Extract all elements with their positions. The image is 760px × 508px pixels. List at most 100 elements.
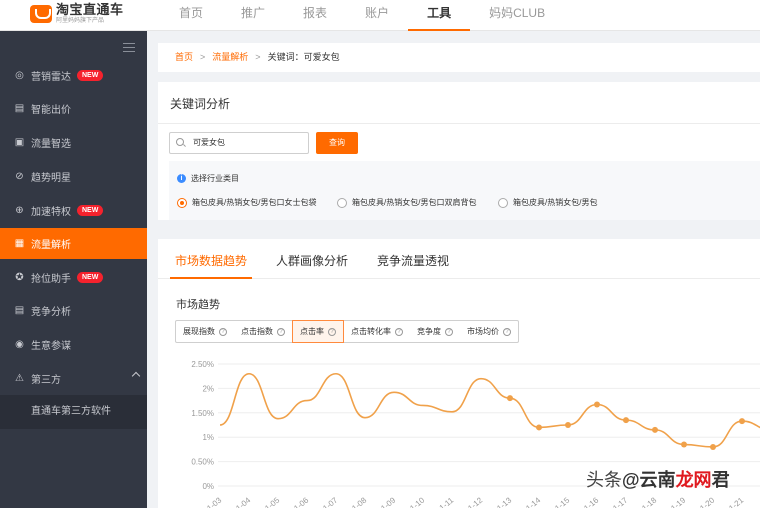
sidebar-item-trend-star[interactable]: ⊘ 趋势明星 (0, 161, 147, 192)
x-tick-label: 1-16 (582, 495, 600, 508)
breadcrumb-home[interactable]: 首页 (175, 52, 193, 62)
x-tick-label: 1-12 (466, 495, 484, 508)
help-icon[interactable]: ? (219, 327, 227, 336)
logo[interactable]: 淘宝直通车 阿里妈妈旗下产品 (30, 3, 124, 24)
sidebar-subitem-third-party-software[interactable]: 直通车第三方软件 (0, 395, 147, 429)
chevron-up-icon (131, 371, 141, 381)
category-radio-label: 箱包皮具/热销女包/男包口双肩背包 (352, 198, 477, 207)
data-point (652, 426, 658, 433)
data-point (710, 443, 716, 450)
metric-impression-index[interactable]: 展现指数? (176, 321, 234, 342)
info-icon: i (177, 174, 186, 183)
sidebar-item-label: 第三方 (31, 375, 61, 386)
sidebar-item-third-party[interactable]: ⚠ 第三方 (0, 363, 147, 394)
keyword-search-input[interactable]: 可爱女包 (169, 132, 309, 154)
help-icon[interactable]: ? (277, 327, 285, 336)
analysis-icon: ▦ (14, 238, 25, 249)
sidebar-item-label: 生意参谋 (31, 341, 71, 352)
y-tick-label: 0% (202, 482, 214, 491)
nav-club[interactable]: 妈妈CLUB (470, 0, 564, 31)
search-icon (176, 138, 184, 146)
sidebar-item-label: 流量智选 (31, 139, 71, 150)
watermark-prefix: 头条 (586, 470, 622, 490)
nav-promote[interactable]: 推广 (222, 0, 284, 31)
keyword-analysis-panel: 关键词分析 可爱女包 查询 i 选择行业类目 箱包皮具/热销女包/男包口女士包袋… (158, 82, 760, 220)
help-icon[interactable]: ? (328, 327, 336, 336)
sidebar-item-label: 趋势明星 (31, 173, 71, 184)
x-tick-label: 1-08 (350, 495, 368, 508)
position-icon: ✪ (15, 272, 24, 283)
radar-icon: ◎ (15, 70, 24, 81)
nav-reports[interactable]: 报表 (284, 0, 346, 31)
watermark-mid2: 龙网 (675, 470, 712, 490)
nav-home[interactable]: 首页 (160, 0, 222, 31)
data-point (594, 401, 600, 408)
help-icon[interactable]: ? (445, 327, 453, 336)
y-tick-label: 1% (202, 433, 214, 442)
help-icon[interactable]: ? (395, 327, 403, 336)
logo-title: 淘宝直通车 (56, 2, 124, 17)
sidebar-item-radar[interactable]: ◎ 营销雷达 NEW (0, 60, 147, 91)
metric-ctr[interactable]: 点击率? (292, 320, 344, 343)
breadcrumb-parent[interactable]: 流量解析 (212, 52, 248, 62)
y-tick-label: 2.50% (191, 360, 214, 369)
x-tick-label: 1-14 (524, 495, 542, 508)
metric-competition[interactable]: 竞争度? (410, 321, 460, 342)
category-label-text: 选择行业类目 (191, 174, 239, 183)
x-tick-label: 1-20 (698, 495, 716, 508)
sidebar-item-traffic-analysis[interactable]: ▦ 流量解析 (0, 228, 147, 259)
radio-icon (498, 197, 508, 208)
help-icon[interactable]: ? (503, 327, 511, 336)
nav-account[interactable]: 账户 (346, 0, 408, 31)
metric-label: 竞争度 (417, 327, 441, 336)
metric-conversion-rate[interactable]: 点击转化率? (344, 321, 410, 342)
category-radio-2[interactable]: 箱包皮具/热销女包/男包口双肩背包 (337, 197, 476, 208)
query-button[interactable]: 查询 (316, 132, 358, 154)
sidebar-item-smart-bid[interactable]: ▤ 智能出价 (0, 93, 147, 124)
tab-competition-traffic[interactable]: 竞争流量透视 (377, 252, 449, 269)
business-icon: ◉ (15, 339, 24, 350)
breadcrumb-separator-icon: > (255, 52, 261, 62)
sidebar-item-traffic-select[interactable]: ▣ 流量智选 (0, 127, 147, 158)
radio-icon (337, 197, 347, 208)
sidebar-item-competition[interactable]: ▤ 竞争分析 (0, 295, 147, 326)
metric-selector: 展现指数? 点击指数? 点击率? 点击转化率? 竞争度? 市场均价? (175, 320, 519, 343)
x-tick-label: 1-11 (438, 495, 456, 508)
sidebar-item-boost[interactable]: ⊕ 加速特权 NEW (0, 195, 147, 226)
x-tick-label: 1-18 (640, 495, 658, 508)
watermark: 头条@云南龙网君 (586, 466, 730, 492)
x-tick-label: 1-03 (205, 495, 223, 508)
radio-selected-icon (177, 197, 187, 208)
y-tick-label: 1.50% (191, 409, 214, 418)
new-badge: NEW (77, 70, 104, 81)
tab-market-trend[interactable]: 市场数据趋势 (175, 252, 247, 269)
new-badge: NEW (77, 205, 104, 216)
data-point (565, 422, 571, 428)
divider (158, 123, 760, 124)
x-tick-label: 1-13 (495, 495, 513, 508)
sidebar: ◎ 营销雷达 NEW ▤ 智能出价 ▣ 流量智选 ⊘ 趋势明星 ⊕ 加速特权 N… (0, 31, 147, 508)
panel-title: 关键词分析 (170, 97, 231, 111)
top-nav: 首页 推广 报表 账户 工具 妈妈CLUB (160, 0, 564, 31)
data-point (536, 424, 542, 431)
analysis-tabs: 市场数据趋势 人群画像分析 竞争流量透视 (158, 239, 760, 279)
nav-tools[interactable]: 工具 (408, 0, 471, 31)
watermark-mid: @云南 (622, 470, 676, 490)
sidebar-item-label: 营销雷达 (31, 72, 71, 83)
category-radio-1[interactable]: 箱包皮具/热销女包/男包口女士包袋 (177, 197, 316, 208)
watermark-suffix: 君 (711, 470, 730, 490)
tab-crowd-profile[interactable]: 人群画像分析 (276, 252, 348, 269)
collapse-menu-icon[interactable] (123, 43, 135, 52)
boost-icon: ⊕ (15, 205, 24, 216)
metric-click-index[interactable]: 点击指数? (234, 321, 292, 342)
sidebar-item-business-advisor[interactable]: ◉ 生意参谋 (0, 329, 147, 360)
breadcrumb-current: 关键词：可爱女包 (267, 52, 340, 62)
metric-label: 点击率 (300, 327, 324, 336)
x-tick-label: 1-04 (234, 495, 252, 508)
compete-icon: ▤ (14, 305, 25, 316)
sidebar-item-position-helper[interactable]: ✪ 抢位助手 NEW (0, 262, 147, 293)
active-tab-indicator (170, 277, 252, 279)
y-tick-label: 2% (202, 384, 214, 393)
metric-avg-price[interactable]: 市场均价? (460, 321, 518, 342)
category-radio-3[interactable]: 箱包皮具/热销女包/男包 (498, 197, 597, 208)
